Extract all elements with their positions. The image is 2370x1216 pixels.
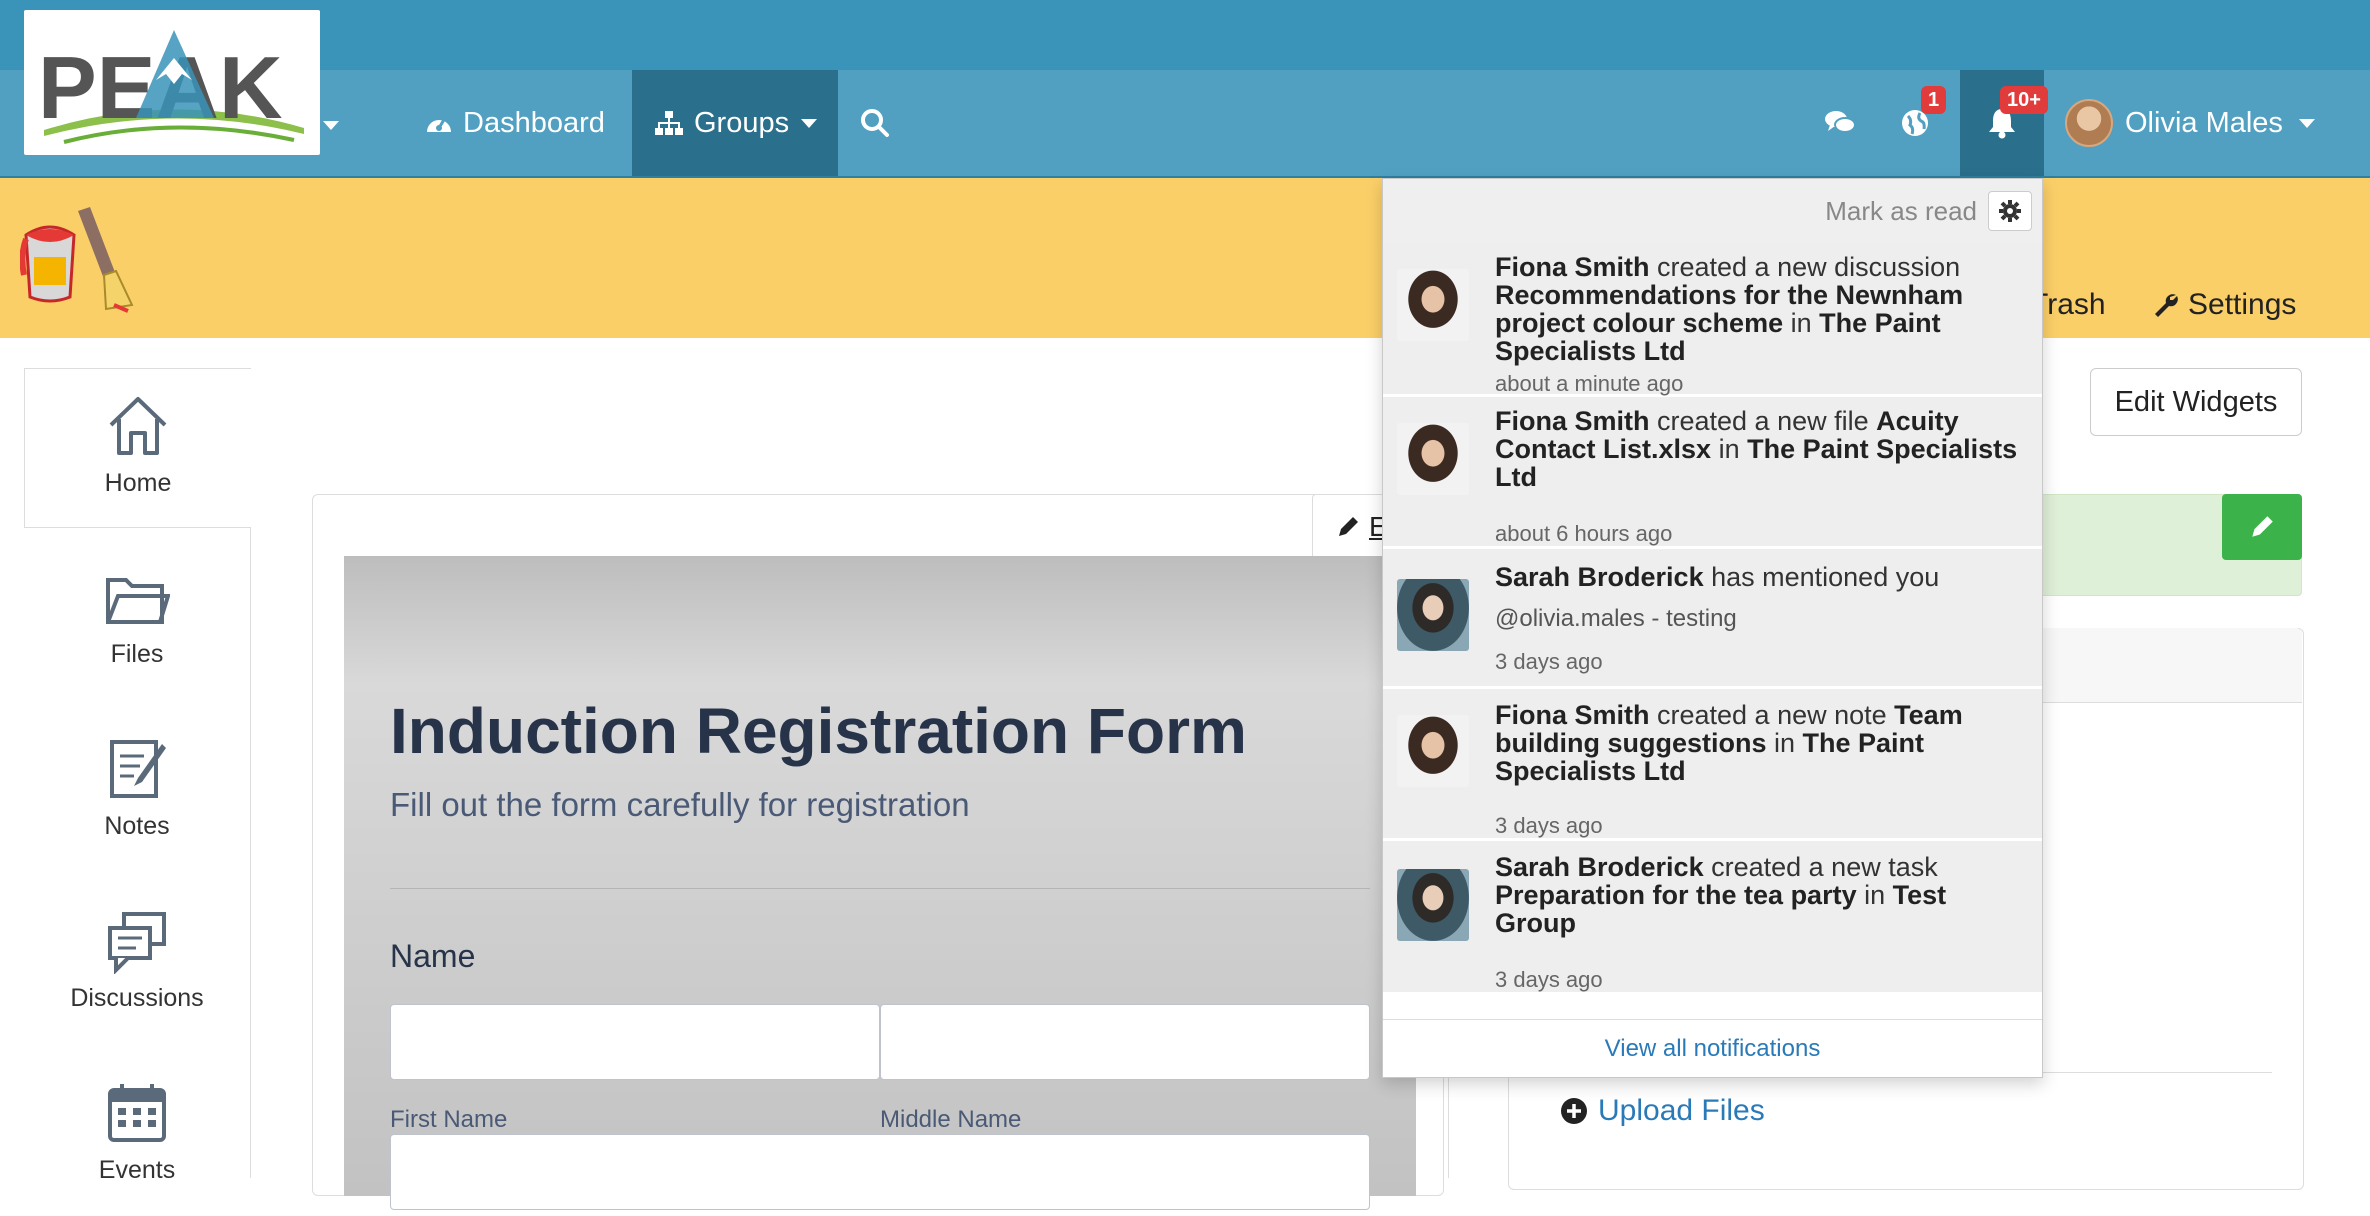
notification-detail: @olivia.males - testing bbox=[1495, 605, 1737, 632]
sidebar-item-home[interactable]: Home bbox=[24, 368, 251, 528]
wrench-icon bbox=[2155, 294, 2178, 317]
first-name-label: First Name bbox=[390, 1106, 508, 1133]
notification-text: Fiona Smith created a new note Team buil… bbox=[1495, 700, 1963, 786]
sidebar-item-label: Notes bbox=[104, 812, 170, 840]
plus-circle-icon bbox=[1561, 1098, 1587, 1124]
notification-time: 3 days ago bbox=[1495, 813, 1603, 838]
globe-badge: 1 bbox=[1921, 86, 1947, 114]
group-sidebar: Home Files Notes Discussions Events bbox=[24, 368, 251, 1184]
upload-files-link[interactable]: Upload Files bbox=[1560, 1094, 1765, 1128]
form-background bbox=[344, 556, 1416, 1196]
view-all-notifications-link[interactable]: View all notifications bbox=[1383, 1019, 2042, 1078]
notifications-header: Mark as read bbox=[1383, 179, 2042, 244]
notification-time: 3 days ago bbox=[1495, 967, 1603, 992]
sidebar-item-label: Events bbox=[98, 1156, 176, 1184]
calendar-icon bbox=[108, 1084, 166, 1142]
notification-item[interactable]: Fiona Smith created a new note Team buil… bbox=[1383, 689, 2042, 841]
paint-bucket-icon bbox=[19, 205, 140, 320]
notification-settings-button[interactable] bbox=[1988, 191, 2032, 231]
nav-groups[interactable]: Groups bbox=[632, 70, 838, 176]
notification-item[interactable]: Fiona Smith created a new file Acuity Co… bbox=[1383, 397, 2042, 549]
notification-text: Sarah Broderick has mentioned you bbox=[1495, 562, 1940, 592]
upload-files-label: Upload Files bbox=[1598, 1094, 1765, 1127]
pencil-icon bbox=[1339, 517, 1358, 536]
logo-dropdown-caret[interactable] bbox=[323, 121, 339, 130]
sidebar-item-discussions[interactable]: Discussions bbox=[24, 884, 250, 1044]
group-settings-link[interactable]: Settings bbox=[2152, 288, 2296, 322]
first-name-input[interactable] bbox=[390, 1004, 880, 1080]
mark-as-read-link[interactable]: Mark as read bbox=[1825, 196, 1977, 227]
notification-text: Sarah Broderick created a new task Prepa… bbox=[1495, 852, 1947, 938]
notes-icon bbox=[110, 740, 166, 798]
user-menu[interactable]: Olivia Males bbox=[2065, 70, 2315, 176]
user-caret bbox=[2298, 118, 2315, 128]
notification-text: Fiona Smith created a new file Acuity Co… bbox=[1495, 406, 2018, 492]
view-all-label: View all notifications bbox=[1604, 1035, 1821, 1062]
sidebar-item-label: Files bbox=[110, 640, 164, 668]
middle-name-input[interactable] bbox=[880, 1004, 1370, 1080]
notification-avatar bbox=[1397, 869, 1469, 941]
notification-text: Fiona Smith created a new discussion Rec… bbox=[1495, 252, 1964, 366]
notification-time: about 6 hours ago bbox=[1495, 521, 1673, 546]
sidebar-item-events[interactable]: Events bbox=[24, 1056, 250, 1216]
group-settings-label: Settings bbox=[2188, 288, 2297, 321]
home-icon bbox=[109, 397, 167, 455]
notification-avatar bbox=[1397, 269, 1469, 341]
green-edit-button[interactable] bbox=[2222, 494, 2302, 560]
nav-dashboard[interactable]: Dashboard bbox=[425, 70, 605, 176]
sitemap-icon bbox=[655, 111, 683, 135]
form-title: Induction Registration Form bbox=[390, 695, 1247, 767]
nav-dashboard-label: Dashboard bbox=[463, 106, 605, 139]
form-divider bbox=[390, 888, 1370, 889]
nav-search[interactable] bbox=[860, 70, 900, 176]
gear-icon bbox=[1999, 200, 2021, 222]
top-strip bbox=[0, 0, 2370, 70]
user-avatar bbox=[2065, 99, 2113, 147]
folder-icon bbox=[106, 578, 170, 624]
sidebar-item-label: Discussions bbox=[70, 984, 204, 1012]
notification-avatar bbox=[1397, 423, 1469, 495]
notification-avatar bbox=[1397, 579, 1469, 651]
middle-name-label: Middle Name bbox=[880, 1106, 1022, 1133]
notification-time: 3 days ago bbox=[1495, 649, 1603, 674]
peak-logo[interactable]: PEAK bbox=[24, 10, 320, 155]
notification-avatar bbox=[1397, 715, 1469, 787]
name-label: Name bbox=[390, 938, 476, 974]
sidebar-item-files[interactable]: Files bbox=[24, 540, 250, 700]
peak-logo-mark: PEAK bbox=[38, 30, 304, 144]
notification-item[interactable]: Fiona Smith created a new discussion Rec… bbox=[1383, 243, 2042, 397]
last-name-input[interactable] bbox=[390, 1134, 1370, 1210]
user-name: Olivia Males bbox=[2125, 106, 2283, 139]
edit-widgets-button[interactable]: Edit Widgets bbox=[2090, 368, 2302, 436]
dashboard-icon bbox=[427, 117, 451, 132]
groups-caret bbox=[801, 118, 818, 128]
bell-badge: 10+ bbox=[2000, 86, 2048, 114]
nav-chat[interactable] bbox=[1820, 70, 1860, 176]
chat-icon bbox=[1825, 111, 1856, 133]
notification-item[interactable]: Sarah Broderick has mentioned you @olivi… bbox=[1383, 549, 2042, 689]
form-subtitle: Fill out the form carefully for registra… bbox=[390, 786, 970, 823]
sidebar-item-label: Home bbox=[104, 469, 172, 497]
search-icon bbox=[861, 109, 889, 137]
pencil-icon bbox=[2252, 516, 2273, 537]
edit-widgets-label: Edit Widgets bbox=[2114, 385, 2278, 418]
notifications-dropdown: Mark as read Fiona Smith created a new d… bbox=[1382, 178, 2043, 1078]
discussions-icon bbox=[108, 912, 166, 974]
nav-groups-label: Groups bbox=[694, 106, 790, 139]
nav-globe[interactable]: 1 bbox=[1895, 70, 1947, 176]
notification-item[interactable]: Sarah Broderick created a new task Prepa… bbox=[1383, 841, 2042, 995]
sidebar-item-notes[interactable]: Notes bbox=[24, 712, 250, 872]
notification-time: about a minute ago bbox=[1495, 371, 1684, 396]
nav-notifications[interactable]: 10+ bbox=[1960, 70, 2048, 176]
